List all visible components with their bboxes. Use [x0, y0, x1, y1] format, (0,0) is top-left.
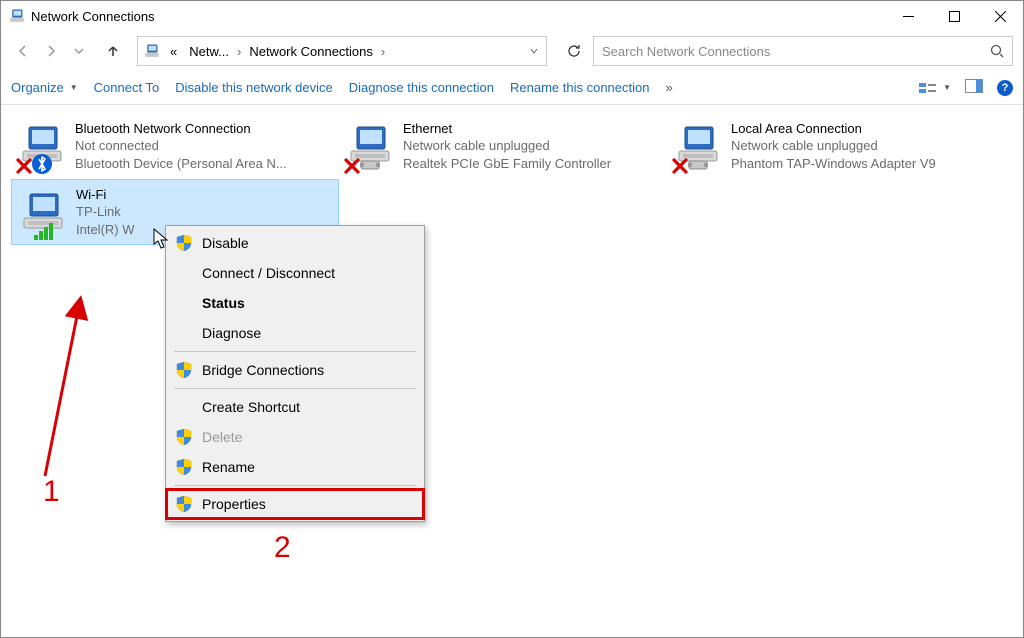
menu-item-label: Status — [202, 295, 245, 311]
menu-item-label: Rename — [202, 459, 255, 475]
window: Network Connections « Netw... › Network … — [0, 0, 1024, 638]
menu-item-delete: Delete — [166, 422, 424, 452]
menu-item-connect-disconnect[interactable]: Connect / Disconnect — [166, 258, 424, 288]
help-button[interactable]: ? — [997, 80, 1013, 96]
close-button[interactable] — [977, 1, 1023, 31]
breadcrumb-level1[interactable]: Netw... — [185, 44, 233, 59]
menu-item-label: Disable — [202, 235, 249, 251]
menu-item-label: Connect / Disconnect — [202, 265, 335, 281]
forward-button[interactable] — [39, 39, 63, 63]
connection-item[interactable]: Local Area ConnectionNetwork cable unplu… — [667, 113, 995, 179]
connection-name: Local Area Connection — [731, 120, 936, 138]
command-toolbar: Organize▼ Connect To Disable this networ… — [1, 71, 1023, 105]
view-options-button[interactable]: ▼ — [919, 81, 951, 95]
titlebar: Network Connections — [1, 1, 1023, 31]
adapter-icon — [18, 184, 68, 240]
connection-device: Phantom TAP-Windows Adapter V9 — [731, 155, 936, 173]
connection-device: Intel(R) W — [76, 221, 135, 239]
connection-name: Bluetooth Network Connection — [75, 120, 287, 138]
menu-item-label: Create Shortcut — [202, 399, 300, 415]
connection-device: Realtek PCIe GbE Family Controller — [403, 155, 611, 173]
chevron-down-icon: ▼ — [70, 83, 78, 92]
adapter-icon — [345, 117, 395, 173]
search-placeholder: Search Network Connections — [602, 44, 990, 59]
connection-item[interactable]: Bluetooth Network ConnectionNot connecte… — [11, 113, 339, 179]
toolbar-overflow[interactable]: » — [665, 80, 672, 95]
app-icon — [9, 8, 25, 24]
adapter-icon — [673, 117, 723, 173]
annotation-number-1: 1 — [43, 475, 60, 509]
menu-item-label: Bridge Connections — [202, 362, 324, 378]
content-area: Bluetooth Network ConnectionNot connecte… — [1, 105, 1023, 637]
maximize-button[interactable] — [931, 1, 977, 31]
up-button[interactable] — [101, 39, 125, 63]
uac-shield-icon — [175, 428, 193, 446]
search-input[interactable]: Search Network Connections — [593, 36, 1013, 66]
context-menu: Disable Connect / Disconnect Status Diagnos… — [165, 225, 425, 522]
window-title: Network Connections — [31, 9, 155, 24]
menu-item-disable[interactable]: Disable — [166, 228, 424, 258]
back-button[interactable] — [11, 39, 35, 63]
connection-status: Network cable unplugged — [403, 137, 611, 155]
disable-device-button[interactable]: Disable this network device — [175, 80, 333, 95]
nav-row: « Netw... › Network Connections › Search… — [1, 31, 1023, 71]
adapter-icon — [17, 117, 67, 173]
ethernet-icon — [687, 153, 709, 175]
annotation-number-2: 2 — [274, 531, 291, 565]
preview-pane-button[interactable] — [965, 79, 983, 96]
breadcrumb-root[interactable]: « — [166, 44, 181, 59]
connection-status: TP-Link — [76, 203, 135, 221]
menu-item-bridge-connections[interactable]: Bridge Connections — [166, 355, 424, 385]
connection-device: Bluetooth Device (Personal Area N... — [75, 155, 287, 173]
address-dropdown[interactable] — [522, 47, 546, 55]
connection-name: Wi-Fi — [76, 186, 135, 204]
uac-shield-icon — [175, 361, 193, 379]
menu-item-status[interactable]: Status — [166, 288, 424, 318]
connect-to-button[interactable]: Connect To — [94, 80, 160, 95]
refresh-button[interactable] — [559, 36, 589, 66]
menu-separator — [174, 485, 416, 486]
menu-item-label: Properties — [202, 496, 266, 512]
menu-item-properties[interactable]: Properties — [166, 489, 424, 519]
uac-shield-icon — [175, 234, 193, 252]
breadcrumb-level2[interactable]: Network Connections — [245, 44, 377, 59]
menu-item-label: Delete — [202, 429, 242, 445]
menu-item-rename[interactable]: Rename — [166, 452, 424, 482]
wifi-bars-icon — [32, 220, 54, 242]
uac-shield-icon — [175, 495, 193, 513]
minimize-button[interactable] — [885, 1, 931, 31]
menu-separator — [174, 351, 416, 352]
rename-button[interactable]: Rename this connection — [510, 80, 649, 95]
address-icon — [144, 43, 160, 59]
search-icon — [990, 44, 1004, 58]
connection-status: Not connected — [75, 137, 287, 155]
menu-item-create-shortcut[interactable]: Create Shortcut — [166, 392, 424, 422]
bluetooth-icon — [31, 153, 53, 175]
menu-item-label: Diagnose — [202, 325, 261, 341]
chevron-right-icon: › — [237, 44, 241, 59]
menu-separator — [174, 388, 416, 389]
chevron-right-icon: › — [381, 44, 385, 59]
connections-list: Bluetooth Network ConnectionNot connecte… — [11, 113, 1013, 245]
annotation-arrow — [25, 291, 105, 481]
connection-name: Ethernet — [403, 120, 611, 138]
menu-item-diagnose[interactable]: Diagnose — [166, 318, 424, 348]
uac-shield-icon — [175, 458, 193, 476]
connection-item[interactable]: EthernetNetwork cable unpluggedRealtek P… — [339, 113, 667, 179]
address-bar[interactable]: « Netw... › Network Connections › — [137, 36, 547, 66]
connection-status: Network cable unplugged — [731, 137, 936, 155]
organize-button[interactable]: Organize▼ — [11, 80, 78, 95]
diagnose-button[interactable]: Diagnose this connection — [349, 80, 494, 95]
window-controls — [885, 1, 1023, 31]
chevron-down-icon: ▼ — [943, 83, 951, 92]
ethernet-icon — [359, 153, 381, 175]
recent-dropdown[interactable] — [67, 39, 91, 63]
